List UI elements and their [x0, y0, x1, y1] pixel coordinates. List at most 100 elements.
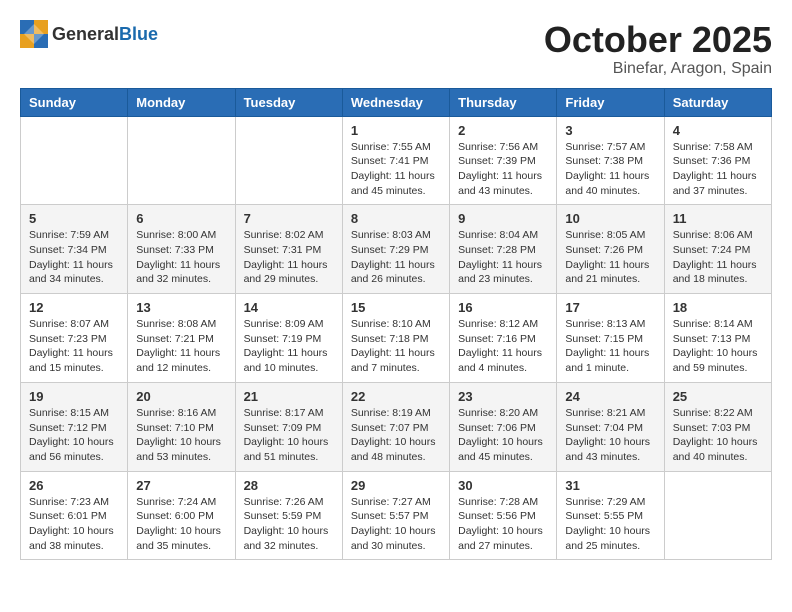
day-info: Sunrise: 7:29 AM Sunset: 5:55 PM Dayligh…	[565, 495, 655, 554]
day-info: Sunrise: 8:20 AM Sunset: 7:06 PM Dayligh…	[458, 406, 548, 465]
day-number: 29	[351, 478, 441, 493]
day-info: Sunrise: 8:09 AM Sunset: 7:19 PM Dayligh…	[244, 317, 334, 376]
day-number: 12	[29, 300, 119, 315]
calendar-cell: 11 Sunrise: 8:06 AM Sunset: 7:24 PM Dayli…	[664, 205, 771, 294]
day-info: Sunrise: 8:22 AM Sunset: 7:03 PM Dayligh…	[673, 406, 763, 465]
calendar-cell: 23Sunrise: 8:20 AM Sunset: 7:06 PM Dayli…	[450, 382, 557, 471]
day-info: Sunrise: 8:08 AM Sunset: 7:21 PM Dayligh…	[136, 317, 226, 376]
title-block: October 2025 Binefar, Aragon, Spain	[544, 20, 772, 78]
calendar-table: SundayMondayTuesdayWednesdayThursdayFrid…	[20, 88, 772, 561]
day-number: 24	[565, 389, 655, 404]
day-info: Sunrise: 7:23 AM Sunset: 6:01 PM Dayligh…	[29, 495, 119, 554]
day-number: 7	[244, 211, 334, 226]
calendar-cell	[235, 116, 342, 205]
calendar-cell: 3 Sunrise: 7:57 AM Sunset: 7:38 PM Daylig…	[557, 116, 664, 205]
day-info: Sunrise: 7:24 AM Sunset: 6:00 PM Dayligh…	[136, 495, 226, 554]
logo-general: General	[52, 24, 119, 45]
calendar-cell: 9Sunrise: 8:04 AM Sunset: 7:28 PM Daylig…	[450, 205, 557, 294]
day-info: Sunrise: 8:06 AM Sunset: 7:24 PM Dayligh…	[673, 228, 763, 287]
day-info: Sunrise: 8:02 AM Sunset: 7:31 PM Dayligh…	[244, 228, 334, 287]
calendar-cell: 27 Sunrise: 7:24 AM Sunset: 6:00 PM Dayli…	[128, 471, 235, 560]
calendar-cell: 19 Sunrise: 8:15 AM Sunset: 7:12 PM Dayli…	[21, 382, 128, 471]
day-number: 5	[29, 211, 119, 226]
day-info: Sunrise: 7:59 AM Sunset: 7:34 PM Dayligh…	[29, 228, 119, 287]
day-info: Sunrise: 8:15 AM Sunset: 7:12 PM Dayligh…	[29, 406, 119, 465]
week-row-2: 5 Sunrise: 7:59 AM Sunset: 7:34 PM Daylig…	[21, 205, 772, 294]
day-number: 25	[673, 389, 763, 404]
weekday-header-saturday: Saturday	[664, 88, 771, 116]
day-number: 28	[244, 478, 334, 493]
day-number: 17	[565, 300, 655, 315]
day-number: 10	[565, 211, 655, 226]
day-number: 3	[565, 123, 655, 138]
weekday-header-tuesday: Tuesday	[235, 88, 342, 116]
weekday-header-thursday: Thursday	[450, 88, 557, 116]
weekday-header-wednesday: Wednesday	[342, 88, 449, 116]
calendar-cell: 14 Sunrise: 8:09 AM Sunset: 7:19 PM Dayli…	[235, 294, 342, 383]
weekday-header-monday: Monday	[128, 88, 235, 116]
calendar-cell: 2 Sunrise: 7:56 AM Sunset: 7:39 PM Daylig…	[450, 116, 557, 205]
calendar-cell: 30Sunrise: 7:28 AM Sunset: 5:56 PM Dayli…	[450, 471, 557, 560]
calendar-cell: 17 Sunrise: 8:13 AM Sunset: 7:15 PM Dayli…	[557, 294, 664, 383]
calendar-cell	[21, 116, 128, 205]
day-number: 8	[351, 211, 441, 226]
day-info: Sunrise: 8:13 AM Sunset: 7:15 PM Dayligh…	[565, 317, 655, 376]
calendar-cell: 13 Sunrise: 8:08 AM Sunset: 7:21 PM Dayli…	[128, 294, 235, 383]
week-row-4: 19 Sunrise: 8:15 AM Sunset: 7:12 PM Dayli…	[21, 382, 772, 471]
page-header: General Blue October 2025 Binefar, Arago…	[20, 20, 772, 78]
weekday-header-row: SundayMondayTuesdayWednesdayThursdayFrid…	[21, 88, 772, 116]
day-number: 31	[565, 478, 655, 493]
week-row-5: 26 Sunrise: 7:23 AM Sunset: 6:01 PM Dayli…	[21, 471, 772, 560]
day-info: Sunrise: 7:55 AM Sunset: 7:41 PM Dayligh…	[351, 140, 441, 199]
day-number: 11	[673, 211, 763, 226]
calendar-cell: 25 Sunrise: 8:22 AM Sunset: 7:03 PM Dayli…	[664, 382, 771, 471]
day-info: Sunrise: 8:12 AM Sunset: 7:16 PM Dayligh…	[458, 317, 548, 376]
calendar-cell	[664, 471, 771, 560]
calendar-cell: 5 Sunrise: 7:59 AM Sunset: 7:34 PM Daylig…	[21, 205, 128, 294]
day-number: 4	[673, 123, 763, 138]
day-info: Sunrise: 7:58 AM Sunset: 7:36 PM Dayligh…	[673, 140, 763, 199]
day-number: 13	[136, 300, 226, 315]
calendar-cell: 29 Sunrise: 7:27 AM Sunset: 5:57 PM Dayli…	[342, 471, 449, 560]
day-info: Sunrise: 8:03 AM Sunset: 7:29 PM Dayligh…	[351, 228, 441, 287]
calendar-cell: 24 Sunrise: 8:21 AM Sunset: 7:04 PM Dayli…	[557, 382, 664, 471]
day-number: 26	[29, 478, 119, 493]
day-number: 22	[351, 389, 441, 404]
day-info: Sunrise: 7:28 AM Sunset: 5:56 PM Dayligh…	[458, 495, 548, 554]
calendar-cell: 12 Sunrise: 8:07 AM Sunset: 7:23 PM Dayli…	[21, 294, 128, 383]
day-info: Sunrise: 8:19 AM Sunset: 7:07 PM Dayligh…	[351, 406, 441, 465]
day-number: 20	[136, 389, 226, 404]
day-info: Sunrise: 7:56 AM Sunset: 7:39 PM Dayligh…	[458, 140, 548, 199]
calendar-cell: 4 Sunrise: 7:58 AM Sunset: 7:36 PM Daylig…	[664, 116, 771, 205]
day-number: 16	[458, 300, 548, 315]
day-number: 21	[244, 389, 334, 404]
calendar-cell: 20 Sunrise: 8:16 AM Sunset: 7:10 PM Dayli…	[128, 382, 235, 471]
day-info: Sunrise: 8:10 AM Sunset: 7:18 PM Dayligh…	[351, 317, 441, 376]
day-info: Sunrise: 8:21 AM Sunset: 7:04 PM Dayligh…	[565, 406, 655, 465]
day-info: Sunrise: 7:57 AM Sunset: 7:38 PM Dayligh…	[565, 140, 655, 199]
calendar-cell: 15 Sunrise: 8:10 AM Sunset: 7:18 PM Dayli…	[342, 294, 449, 383]
day-number: 2	[458, 123, 548, 138]
day-number: 9	[458, 211, 548, 226]
calendar-cell: 8 Sunrise: 8:03 AM Sunset: 7:29 PM Daylig…	[342, 205, 449, 294]
day-number: 27	[136, 478, 226, 493]
calendar-cell: 31 Sunrise: 7:29 AM Sunset: 5:55 PM Dayli…	[557, 471, 664, 560]
weekday-header-sunday: Sunday	[21, 88, 128, 116]
weekday-header-friday: Friday	[557, 88, 664, 116]
day-number: 14	[244, 300, 334, 315]
calendar-cell: 16 Sunrise: 8:12 AM Sunset: 7:16 PM Dayli…	[450, 294, 557, 383]
day-number: 15	[351, 300, 441, 315]
day-number: 18	[673, 300, 763, 315]
day-info: Sunrise: 8:07 AM Sunset: 7:23 PM Dayligh…	[29, 317, 119, 376]
month-title: October 2025	[544, 20, 772, 60]
day-info: Sunrise: 8:16 AM Sunset: 7:10 PM Dayligh…	[136, 406, 226, 465]
logo: General Blue	[20, 20, 158, 48]
week-row-3: 12 Sunrise: 8:07 AM Sunset: 7:23 PM Dayli…	[21, 294, 772, 383]
logo-blue: Blue	[119, 24, 158, 45]
day-info: Sunrise: 8:17 AM Sunset: 7:09 PM Dayligh…	[244, 406, 334, 465]
day-info: Sunrise: 7:27 AM Sunset: 5:57 PM Dayligh…	[351, 495, 441, 554]
calendar-cell: 18Sunrise: 8:14 AM Sunset: 7:13 PM Dayli…	[664, 294, 771, 383]
logo-icon	[20, 20, 48, 48]
location-title: Binefar, Aragon, Spain	[544, 60, 772, 78]
day-number: 19	[29, 389, 119, 404]
